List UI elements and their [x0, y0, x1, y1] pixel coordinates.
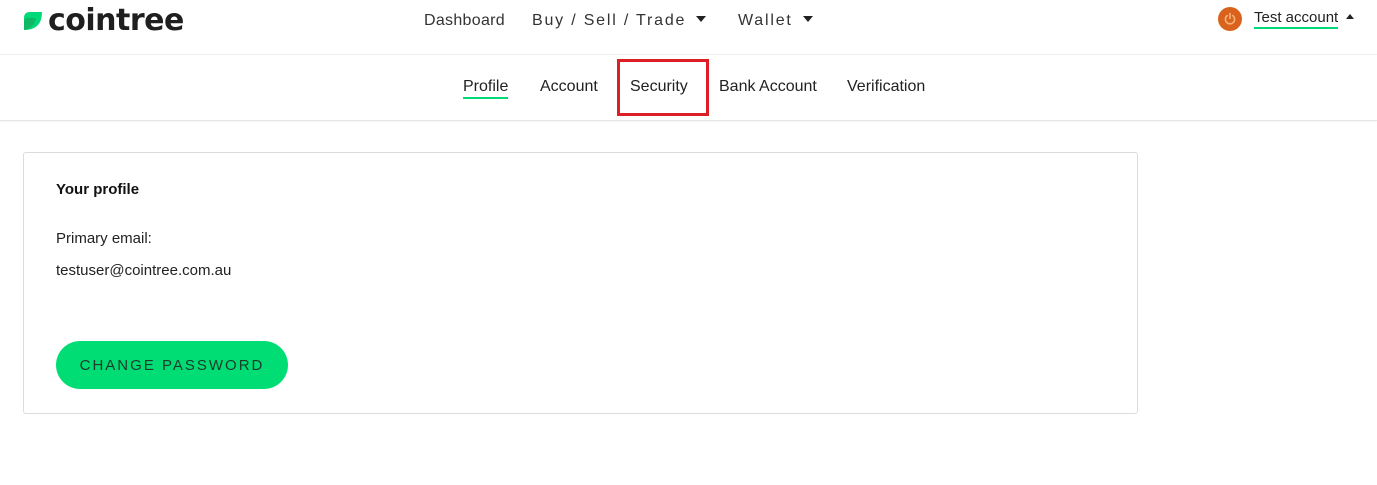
account-menu[interactable]: Test account: [1218, 7, 1355, 31]
nav-buy-sell-trade-label: Buy / Sell / Trade: [532, 12, 687, 29]
nav-wallet-label: Wallet: [738, 12, 793, 29]
brand-name: cointree: [48, 3, 184, 38]
tab-profile[interactable]: Profile: [463, 78, 509, 99]
cointree-logo[interactable]: cointree: [22, 3, 184, 39]
top-header: cointree Dashboard Buy / Sell / Trade Wa…: [0, 0, 1377, 55]
chevron-up-icon: [1346, 13, 1355, 19]
security-tab-highlight: [617, 59, 709, 116]
chevron-down-icon: [802, 15, 813, 22]
change-password-button[interactable]: CHANGE PASSWORD: [56, 341, 288, 389]
tab-bank-account[interactable]: Bank Account: [719, 78, 817, 96]
profile-card: Your profile Primary email: testuser@coi…: [23, 152, 1138, 414]
primary-email-value: testuser@cointree.com.au: [56, 262, 232, 279]
nav-buy-sell-trade[interactable]: Buy / Sell / Trade: [532, 12, 707, 30]
nav-wallet[interactable]: Wallet: [738, 12, 813, 30]
tab-account[interactable]: Account: [540, 78, 598, 96]
leaf-logo-icon: [24, 12, 42, 30]
tab-verification[interactable]: Verification: [847, 78, 925, 96]
power-icon: [1218, 7, 1242, 31]
profile-card-title: Your profile: [56, 181, 140, 198]
chevron-down-icon: [696, 15, 707, 22]
account-label: Test account: [1254, 9, 1339, 29]
nav-dashboard[interactable]: Dashboard: [424, 12, 505, 30]
primary-email-label: Primary email:: [56, 230, 152, 247]
